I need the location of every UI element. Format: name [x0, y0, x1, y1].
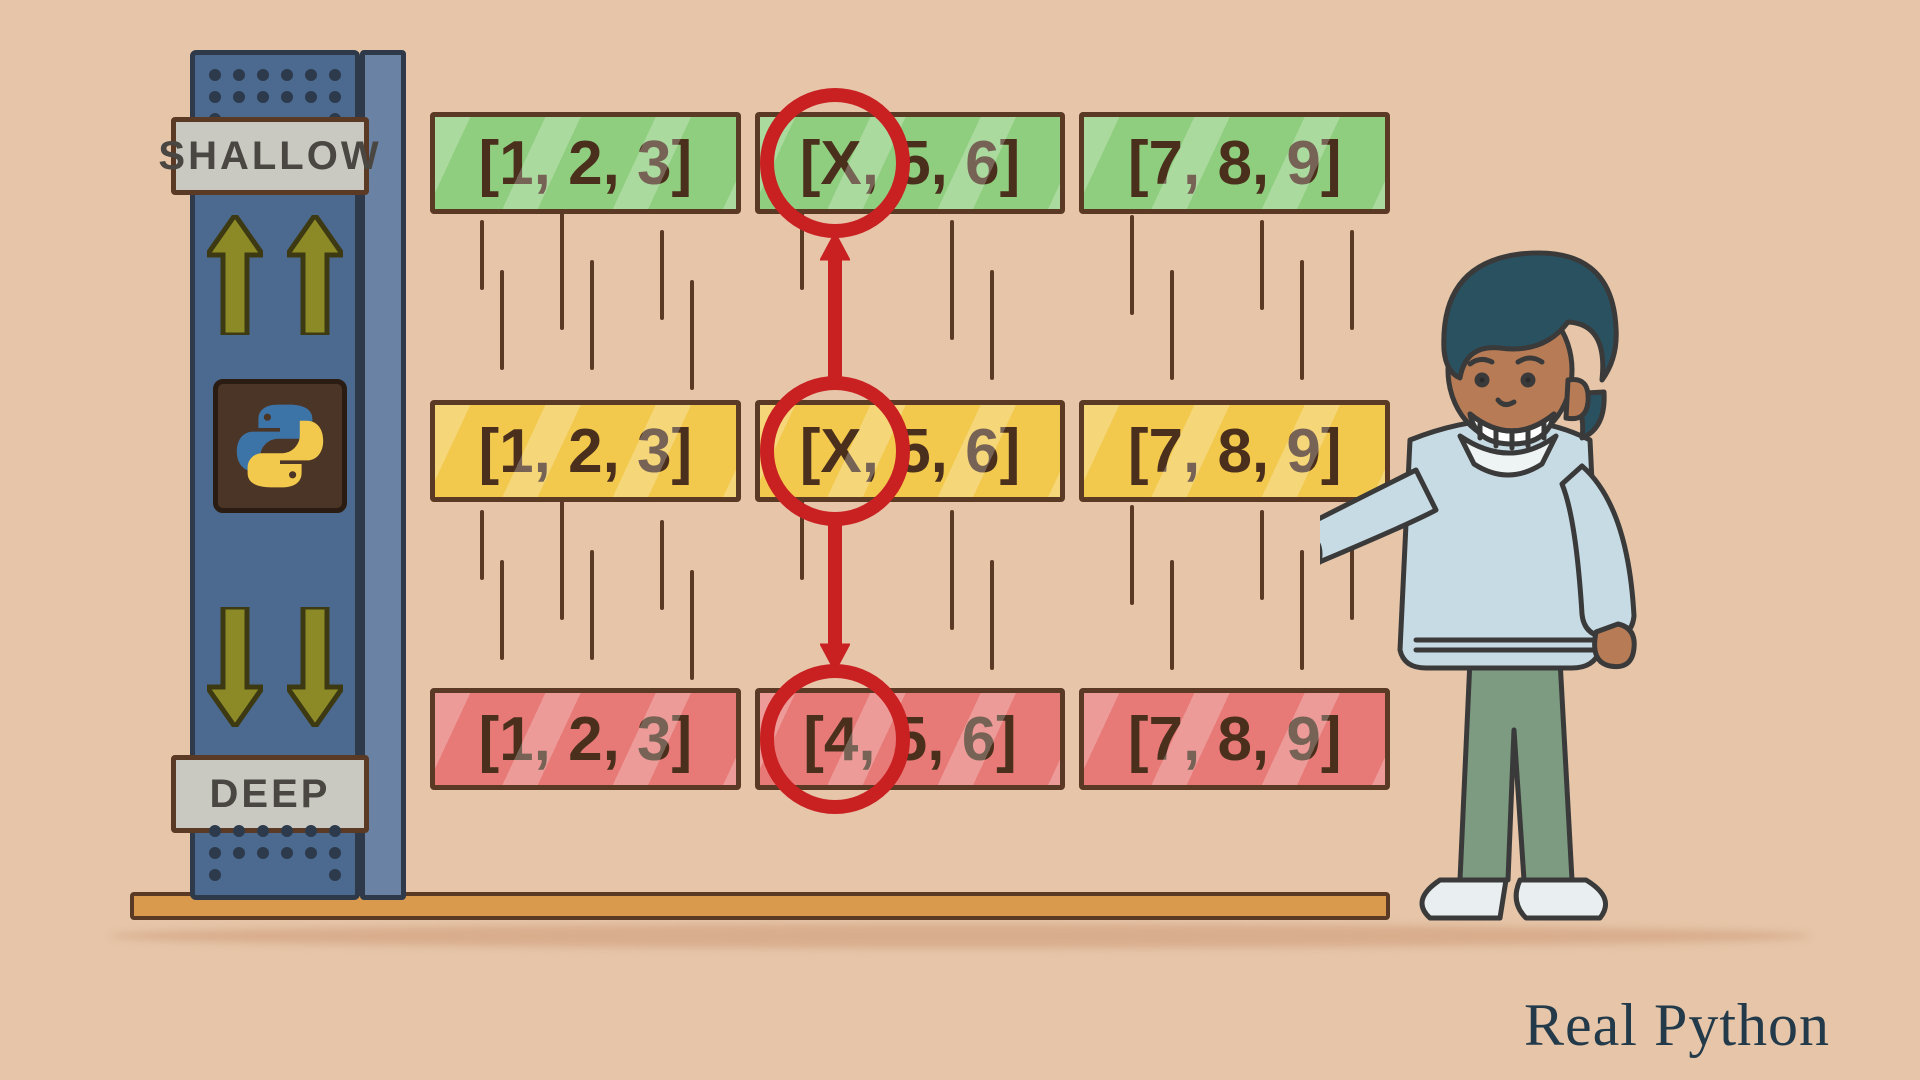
person-illustration-icon [1320, 230, 1660, 950]
list-item: [1, 2, 3] [430, 400, 741, 502]
rivet-grid-icon [209, 825, 341, 881]
python-logo-icon [213, 379, 347, 513]
shallow-copy-row: [1, 2, 3] [X, 5, 6] [7, 8, 9] [430, 112, 1390, 214]
list-item: [7, 8, 9] [1079, 112, 1390, 214]
deep-copy-row: [1, 2, 3] [4, 5, 6] [7, 8, 9] [430, 688, 1390, 790]
list-item: [1, 2, 3] [430, 688, 741, 790]
mutation-arrow-down-icon [820, 520, 850, 672]
deep-label: DEEP [171, 755, 369, 833]
up-arrows-icon [195, 215, 355, 335]
brand-wordmark: Real Python [1524, 991, 1830, 1060]
shallow-label: SHALLOW [171, 117, 369, 195]
link-lines [430, 500, 1390, 700]
mutation-arrow-up-icon [820, 232, 850, 384]
link-lines [430, 210, 1390, 410]
list-item: [X, 5, 6] [755, 400, 1066, 502]
diagram: [1, 2, 3] [X, 5, 6] [7, 8, 9] [1, 2, 3] … [170, 60, 1750, 910]
pillar: SHALLOW DEEP [190, 50, 360, 900]
list-item: [X, 5, 6] [755, 112, 1066, 214]
list-item: [1, 2, 3] [430, 112, 741, 214]
down-arrows-icon [195, 607, 355, 727]
original-row: [1, 2, 3] [X, 5, 6] [7, 8, 9] [430, 400, 1390, 502]
list-item: [4, 5, 6] [755, 688, 1066, 790]
